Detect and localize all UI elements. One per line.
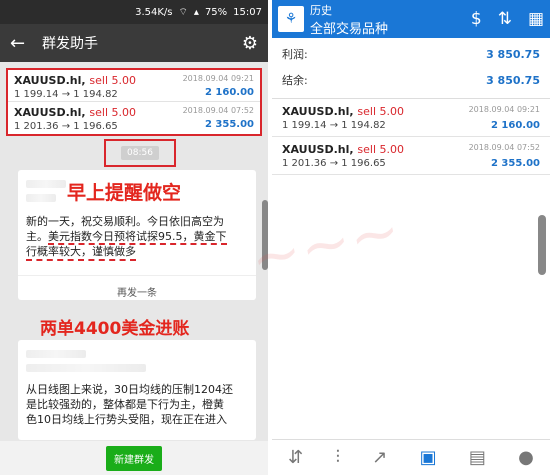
new-broadcast-button[interactable]: 新建群发 xyxy=(106,445,162,471)
annotation-morning-short: 早上提醒做空 xyxy=(67,182,182,204)
trade-profit: 2 355.00 xyxy=(204,119,254,130)
trade-side: sell 5.00 xyxy=(89,106,136,119)
status-bar: 3.54K/s ⌔ ▴ 75% 15:07 xyxy=(0,0,268,24)
wechat-screen: 3.54K/s ⌔ ▴ 75% 15:07 ← 群发助手 ⚙ XAUUSD.hl… xyxy=(0,0,268,475)
trade-side: sell 5.00 xyxy=(89,74,136,87)
trade-profit: 2 355.00 xyxy=(490,158,540,169)
annotation-profit: 两单4400美金进账 xyxy=(40,319,190,339)
currency-icon[interactable]: $ xyxy=(471,9,482,29)
history-inbox-icon[interactable]: ▣ xyxy=(420,447,437,468)
page-title: 群发助手 xyxy=(42,36,98,52)
trade-symbol: XAUUSD.hl, xyxy=(282,105,354,118)
mt4-history-screen: ⚘ 历史 全部交易品种 $ ⇅ ▦ 利润: 3 850.75 结余: 3 850… xyxy=(272,0,550,475)
blurred-recipient xyxy=(26,364,146,372)
trend-icon[interactable]: ↗ xyxy=(372,447,387,468)
blurred-recipient xyxy=(26,180,66,188)
chat-icon[interactable]: ● xyxy=(518,447,534,468)
trade-row: XAUUSD.hl, sell 5.00 1 201.36 → 1 196.65… xyxy=(8,102,260,134)
header-title: 历史 xyxy=(310,3,332,17)
sort-icon[interactable]: ⇅ xyxy=(498,9,512,29)
trade-side: sell 5.00 xyxy=(357,105,404,118)
history-header: ⚘ 历史 全部交易品种 $ ⇅ ▦ xyxy=(272,0,550,38)
chart-candles-icon[interactable]: ⫶ xyxy=(335,447,340,468)
history-trade-row[interactable]: XAUUSD.hl, sell 5.00 1 199.14 → 1 194.82… xyxy=(272,99,550,137)
trade-profit: 2 160.00 xyxy=(204,87,254,98)
trade-date: 2018.09.04 09:21 xyxy=(182,74,254,83)
trade-row: XAUUSD.hl, sell 5.00 1 199.14 → 1 194.82… xyxy=(8,70,260,102)
message-body: 新的一天，祝交易顺利。今日依旧高空为 主。美元指数今日预将试探95.5，黄金下 … xyxy=(18,214,256,261)
quotes-icon[interactable]: ⇵ xyxy=(288,447,303,468)
signal-icon: ▴ xyxy=(193,6,199,18)
resend-button[interactable]: 再发一条 xyxy=(18,275,256,299)
news-icon[interactable]: ▤ xyxy=(469,447,486,468)
clock: 15:07 xyxy=(233,6,262,18)
trade-date: 2018.09.04 09:21 xyxy=(468,105,540,114)
trade-screenshot-card: XAUUSD.hl, sell 5.00 1 199.14 → 1 194.82… xyxy=(6,68,262,136)
blurred-recipient xyxy=(26,350,86,358)
trade-symbol: XAUUSD.hl, xyxy=(14,74,86,87)
gear-icon[interactable]: ⚙ xyxy=(242,33,258,54)
mt-logo-icon[interactable]: ⚘ xyxy=(278,6,304,32)
calendar-icon[interactable]: ▦ xyxy=(528,9,544,29)
message-timestamp: 08:56 xyxy=(104,139,176,167)
bottom-bar: 新建群发 xyxy=(0,441,268,475)
network-speed: 3.54K/s xyxy=(135,6,173,18)
trade-date: 2018.09.04 07:52 xyxy=(468,143,540,152)
message-body: 从日线图上来说，30日均线的压制1204还 是比较强劲的，整体都是下行为主，橙黄… xyxy=(26,383,233,426)
app-bar: ← 群发助手 ⚙ xyxy=(0,24,268,62)
trade-date: 2018.09.04 07:52 xyxy=(182,106,254,115)
scrollbar[interactable] xyxy=(262,200,268,270)
trade-symbol: XAUUSD.hl, xyxy=(282,143,354,156)
blurred-recipient xyxy=(26,194,56,202)
battery-level: 75% xyxy=(204,6,228,18)
bottom-nav: ⇵ ⫶ ↗ ▣ ▤ ● xyxy=(272,439,550,475)
timestamp-label: 08:56 xyxy=(121,146,159,160)
summary-balance: 结余: 3 850.75 xyxy=(282,73,540,88)
scrollbar[interactable] xyxy=(538,215,546,275)
trade-side: sell 5.00 xyxy=(357,143,404,156)
broadcast-message-2[interactable]: 从日线图上来说，30日均线的压制1204还 是比较强劲的，整体都是下行为主，橙黄… xyxy=(18,340,256,440)
back-arrow-icon[interactable]: ← xyxy=(10,33,36,54)
symbol-filter[interactable]: 全部交易品种 xyxy=(310,18,471,37)
trade-symbol: XAUUSD.hl, xyxy=(14,106,86,119)
wifi-icon: ⌔ xyxy=(178,6,188,18)
summary-profit: 利润: 3 850.75 xyxy=(282,47,540,62)
trade-profit: 2 160.00 xyxy=(490,120,540,131)
history-trade-row[interactable]: XAUUSD.hl, sell 5.00 1 201.36 → 1 196.65… xyxy=(272,137,550,175)
